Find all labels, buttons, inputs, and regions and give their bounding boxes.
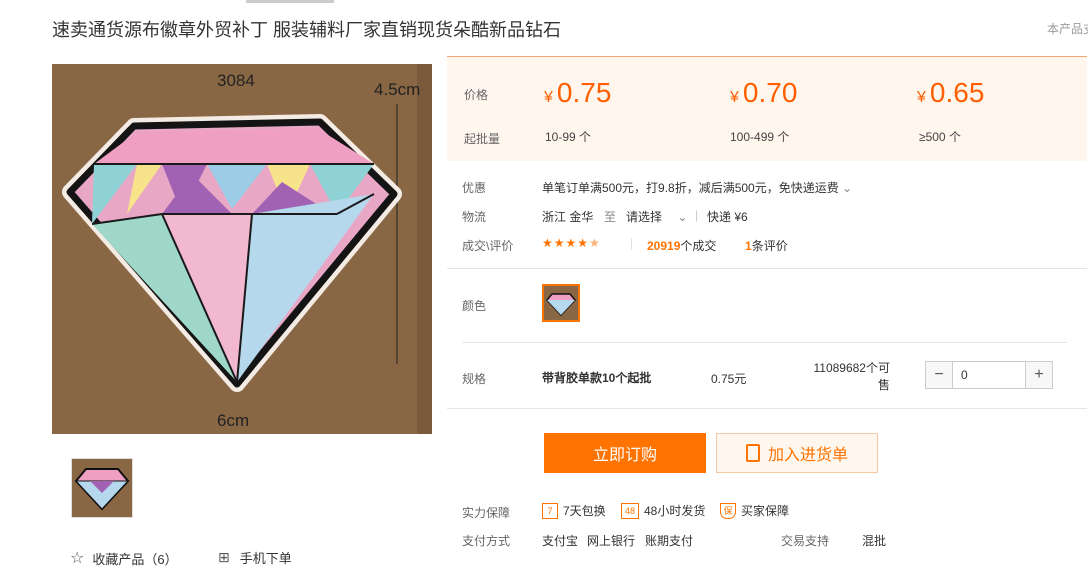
price-tier-1: ¥0.75 [544, 77, 612, 108]
rating-label: 成交\评价 [462, 239, 514, 253]
mobile-order-link[interactable]: ⊞ 手机下单 [218, 548, 292, 567]
favorite-label: 收藏产品（6） [92, 551, 178, 567]
product-title: 速卖通货源布徽章外贸补丁 服装辅料厂家直销现货朵酷新品钻石 [52, 20, 561, 40]
review-count[interactable]: 1条评价 [745, 237, 788, 254]
guarantee-item-buyer: 保 买家保障 [720, 502, 789, 519]
rating-separator: | [630, 236, 634, 250]
guarantee-item-exchange: 7 7天包换 [542, 502, 606, 519]
thumbnail-image[interactable] [71, 458, 133, 518]
payment-label: 支付方式 [462, 534, 511, 548]
color-swatch-diamond[interactable] [542, 284, 580, 322]
logistics-label: 物流 [462, 210, 487, 224]
price-panel: 价格 起批量 ¥0.75 ¥0.70 ¥0.65 10-99 个 100-499… [447, 56, 1087, 161]
quantity-input[interactable]: 0 [952, 362, 1026, 388]
price-tier-2: ¥0.70 [730, 77, 798, 108]
title-right-note: 本产品支 [1047, 22, 1088, 36]
spec-price: 0.75元 [711, 372, 747, 386]
divider [447, 408, 1087, 409]
chevron-down-icon: ⌄ [842, 181, 853, 195]
spec-name: 带背胶单款10个起批 [542, 371, 652, 385]
forty-eight-hour-icon: 48 [621, 502, 639, 519]
logistics-origin: 浙江 金华 [542, 210, 594, 224]
deals-count[interactable]: 20919个成交 [647, 237, 716, 254]
trade-support-value: 混批 [862, 534, 887, 548]
color-label: 颜色 [462, 299, 487, 313]
seven-day-icon: 7 [542, 502, 558, 519]
guarantee-label: 实力保障 [462, 506, 511, 520]
image-height-label: 4.5cm [374, 80, 420, 99]
logistics-separator: | [695, 208, 699, 222]
star-outline-icon: ☆ [70, 550, 85, 567]
add-to-cart-button[interactable]: 加入进货单 [716, 433, 878, 473]
mobile-order-label: 手机下单 [239, 551, 292, 566]
chevron-down-icon: ⌄ [677, 210, 688, 224]
price-tier-3: ¥0.65 [917, 77, 985, 108]
guarantee-item-shipping: 48 48小时发货 [621, 502, 705, 519]
qty-label: 起批量 [464, 132, 501, 146]
favorite-product-link[interactable]: ☆ 收藏产品（6） [70, 548, 178, 568]
payment-method-credit: 账期支付 [645, 534, 694, 548]
shield-icon: 保 [720, 502, 736, 519]
qr-code-icon: ⊞ [218, 549, 230, 565]
divider [447, 268, 1087, 269]
clipboard-icon [745, 444, 760, 462]
range-tier-3: ≥500 个 [919, 130, 961, 144]
payment-method-bank: 网上银行 [587, 534, 636, 548]
image-width-label: 6cm [217, 411, 249, 430]
logistics-to: 至 [604, 210, 617, 224]
top-accent-bar [246, 0, 334, 3]
decrease-button[interactable]: − [926, 362, 952, 388]
main-product-image[interactable]: 3084 4.5cm 6cm [52, 64, 432, 434]
rating-stars: ★★★★★ [542, 236, 601, 250]
promo-label: 优惠 [462, 181, 487, 195]
divider [462, 342, 1067, 343]
range-tier-2: 100-499 个 [730, 130, 790, 144]
diamond-thumb-icon [72, 459, 132, 517]
increase-button[interactable]: + [1026, 362, 1052, 388]
add-to-cart-label: 加入进货单 [767, 447, 848, 464]
range-tier-1: 10-99 个 [545, 130, 592, 144]
spec-label: 规格 [462, 372, 487, 386]
destination-select[interactable]: 请选择 ⌄ [626, 208, 687, 225]
payment-method-alipay: 支付宝 [542, 534, 579, 548]
buy-now-button[interactable]: 立即订购 [544, 433, 706, 473]
promo-text[interactable]: 单笔订单满500元，打9.8折，减后满500元，免快递运费 ⌄ [542, 179, 852, 196]
image-code-label: 3084 [217, 71, 255, 90]
diamond-patch-illustration: 3084 4.5cm 6cm [52, 64, 432, 434]
price-label: 价格 [464, 88, 489, 102]
diamond-swatch-icon [544, 286, 578, 320]
trade-support-label: 交易支持 [781, 534, 830, 548]
logistics-express: 快递 ¥6 [707, 210, 748, 224]
spec-stock: 11089682个可 售 [813, 361, 890, 392]
quantity-stepper: − 0 + [925, 361, 1053, 389]
